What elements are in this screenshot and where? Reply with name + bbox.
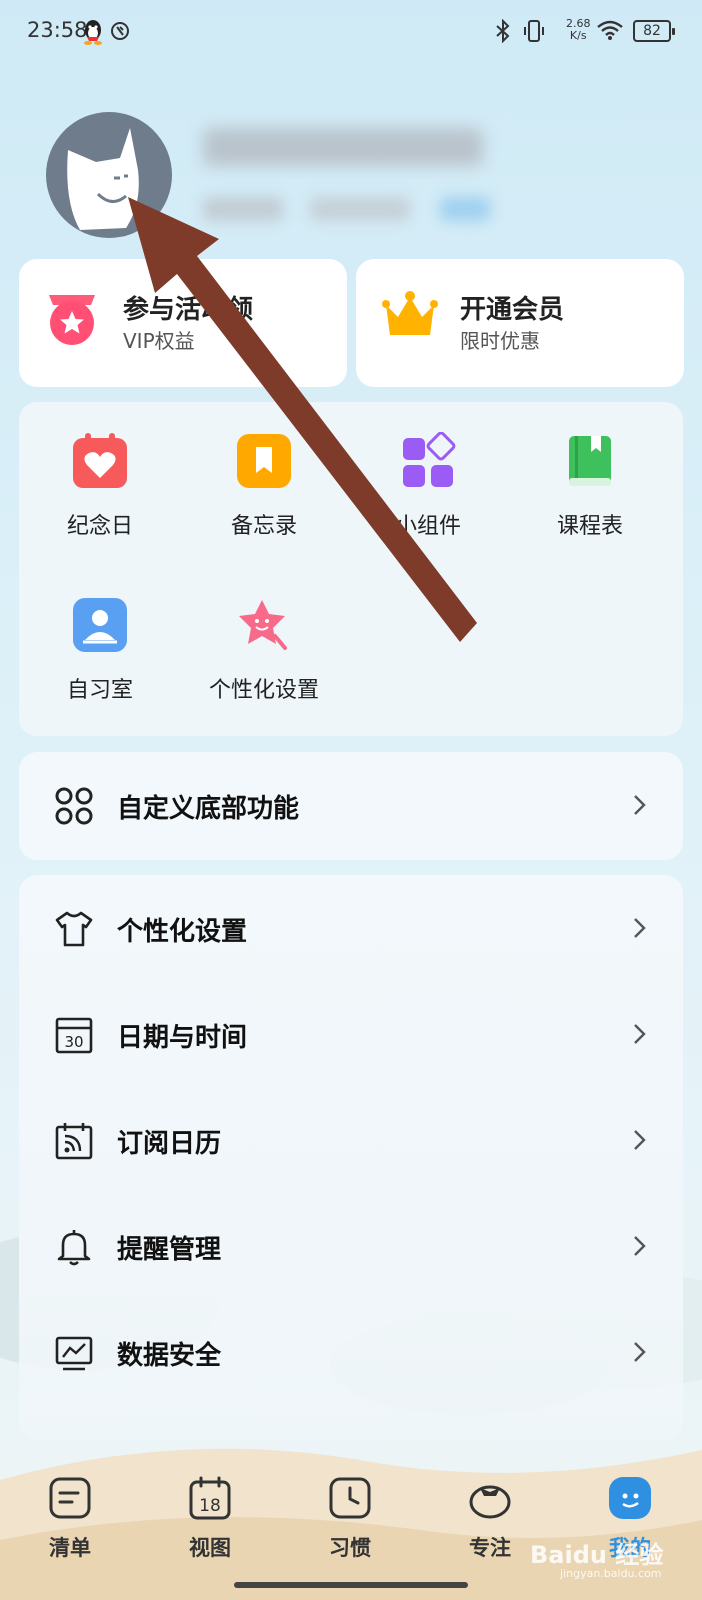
star-personalize-icon — [235, 596, 293, 654]
profile-face-icon — [608, 1476, 652, 1520]
tool-label: 纪念日 — [66, 514, 133, 539]
user-info-blurred — [310, 197, 410, 221]
chevron-right-icon — [631, 1337, 649, 1367]
svg-text:30: 30 — [64, 1033, 83, 1051]
row-label: 个性化设置 — [117, 917, 248, 947]
activity-title: 参与活动领 — [123, 295, 254, 325]
membership-title: 开通会员 — [460, 295, 565, 325]
tool-schedule[interactable]: 课程表 — [515, 402, 665, 539]
tab-label: 专注 — [469, 1536, 511, 1560]
tomato-icon — [468, 1476, 512, 1520]
settings-row-reminders[interactable]: 提醒管理 — [19, 1193, 683, 1299]
status-time: 23:58 — [27, 18, 88, 42]
tab-focus[interactable]: 专注 — [440, 1476, 540, 1576]
widgets-icon — [399, 431, 457, 490]
crown-icon — [382, 289, 438, 345]
wifi-icon — [596, 19, 624, 45]
home-indicator — [234, 1582, 468, 1588]
settings-list: 个性化设置 30 日期与时间 订阅日历 提醒管理 数据安全 — [19, 875, 683, 1440]
status-bar: 23:58 2.68 K/s 82 — [0, 0, 702, 64]
settings-row-data-security[interactable]: 数据安全 — [19, 1299, 683, 1405]
row-label: 订阅日历 — [117, 1129, 222, 1159]
battery-indicator: 82 — [633, 20, 675, 42]
tab-habits[interactable]: 习惯 — [300, 1476, 400, 1576]
activity-subtitle: VIP权益 — [123, 329, 195, 353]
calendar-rss-icon — [55, 1122, 93, 1160]
user-info-blurred — [440, 197, 490, 221]
tab-label: 清单 — [49, 1536, 91, 1560]
tool-study-room[interactable]: 自习室 — [25, 566, 175, 703]
calendar-30-icon: 30 — [55, 1016, 93, 1054]
tool-label: 小组件 — [394, 514, 461, 539]
row-label: 日期与时间 — [117, 1023, 248, 1053]
clock-icon — [328, 1476, 372, 1520]
row-label: 自定义底部功能 — [117, 794, 300, 824]
bell-icon — [55, 1228, 93, 1266]
medal-star-icon — [45, 289, 99, 351]
sync-circle-icon — [110, 21, 130, 45]
tool-label: 备忘录 — [230, 514, 297, 539]
schedule-book-icon — [561, 432, 619, 490]
chart-monitor-icon — [55, 1334, 93, 1372]
chevron-right-icon — [631, 790, 649, 820]
chevron-right-icon — [631, 913, 649, 943]
username-blurred — [203, 128, 483, 166]
memo-bookmark-icon — [235, 432, 293, 490]
tab-list[interactable]: 清单 — [20, 1476, 120, 1576]
tools-grid: 纪念日 备忘录 小组件 课程表 自习室 个性化设置 — [19, 402, 683, 736]
cat-face-icon — [67, 128, 139, 230]
settings-row-subscribe-calendar[interactable]: 订阅日历 — [19, 1087, 683, 1193]
row-label: 数据安全 — [117, 1341, 222, 1371]
tool-label: 自习室 — [66, 678, 133, 703]
settings-row-personalize[interactable]: 个性化设置 — [19, 875, 683, 981]
tool-widgets[interactable]: 小组件 — [353, 402, 503, 539]
anniversary-heart-icon — [71, 432, 129, 490]
settings-row-date-time[interactable]: 30 日期与时间 — [19, 981, 683, 1087]
watermark-url: jingyan.baidu.com — [560, 1567, 662, 1580]
membership-card[interactable]: 开通会员 限时优惠 — [356, 259, 684, 387]
calendar-18-icon: 18 — [188, 1476, 232, 1520]
shirt-icon — [55, 910, 93, 948]
custom-bottom-function-row[interactable]: 自定义底部功能 — [19, 752, 683, 860]
bluetooth-icon — [494, 18, 512, 47]
grid-circles-icon — [55, 787, 93, 825]
membership-subtitle: 限时优惠 — [460, 329, 540, 353]
activity-vip-card[interactable]: 参与活动领 VIP权益 — [19, 259, 347, 387]
user-info-blurred — [203, 197, 283, 221]
tool-anniversary[interactable]: 纪念日 — [25, 402, 175, 539]
avatar[interactable] — [46, 112, 172, 238]
tool-label: 课程表 — [556, 514, 623, 539]
tool-personalize[interactable]: 个性化设置 — [189, 566, 339, 703]
tab-view[interactable]: 18 视图 — [160, 1476, 260, 1576]
chevron-right-icon — [631, 1231, 649, 1261]
study-room-icon — [71, 596, 129, 654]
watermark-logo: Baidu 经验 — [530, 1541, 664, 1569]
vibrate-icon — [522, 19, 546, 47]
chevron-right-icon — [631, 1019, 649, 1049]
tool-label: 个性化设置 — [208, 678, 319, 703]
svg-text:18: 18 — [199, 1496, 221, 1516]
row-label: 提醒管理 — [117, 1235, 222, 1265]
tool-memo[interactable]: 备忘录 — [189, 402, 339, 539]
network-speed: 2.68 K/s — [566, 17, 591, 42]
chevron-right-icon — [631, 1125, 649, 1155]
tab-label: 视图 — [189, 1536, 231, 1560]
list-icon — [48, 1476, 92, 1520]
tab-label: 习惯 — [329, 1536, 371, 1560]
qq-penguin-icon — [82, 19, 104, 49]
settings-row[interactable]: 自定义底部功能 — [19, 752, 683, 858]
